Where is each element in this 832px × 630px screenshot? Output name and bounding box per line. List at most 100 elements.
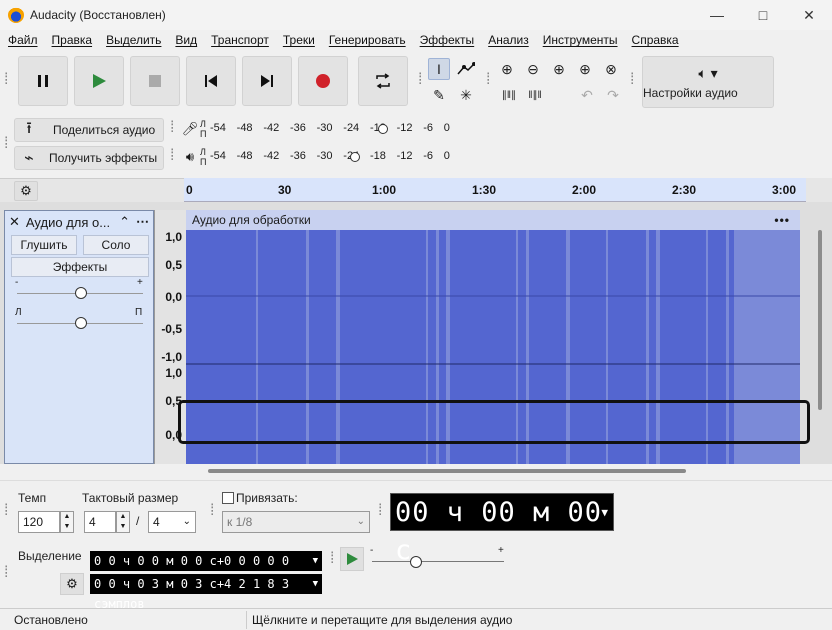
clip-header[interactable]: Аудио для обработки ••• bbox=[186, 210, 800, 230]
toolbar-grip[interactable] bbox=[378, 503, 384, 519]
tempo-stepper[interactable]: ▲ ▼ bbox=[60, 511, 74, 533]
maximize-button[interactable]: □ bbox=[740, 0, 786, 30]
skip-start-icon bbox=[205, 75, 217, 87]
skip-to-end-button[interactable] bbox=[242, 56, 292, 106]
playback-speed-knob[interactable] bbox=[410, 556, 422, 568]
toolbar-grip[interactable] bbox=[418, 72, 424, 88]
fit-selection-button[interactable]: ⊕ bbox=[548, 58, 570, 80]
toolbar-grip[interactable] bbox=[4, 72, 10, 88]
toolbar-grip[interactable] bbox=[4, 136, 10, 152]
selection-tool[interactable]: I bbox=[428, 58, 450, 80]
selection-end-display[interactable]: 0 0 ч 0 3 м 0 3 с+4 2 1 8 3 сэмплов ▼ bbox=[90, 574, 322, 611]
record-volume-knob[interactable] bbox=[378, 124, 388, 134]
time-display[interactable]: 00 ч 00 м 00 с ▼ bbox=[390, 493, 614, 566]
toolbar-grip[interactable] bbox=[210, 503, 216, 519]
collapse-track-icon[interactable]: ⌃ bbox=[119, 214, 130, 230]
menu-effects[interactable]: Эффекты bbox=[420, 33, 475, 47]
toolbar-grip[interactable] bbox=[170, 120, 176, 136]
audio-settings-button[interactable]: 🔈︎ ▾ Настройки аудио bbox=[642, 56, 774, 108]
playback-volume-knob[interactable] bbox=[350, 152, 360, 162]
chevron-down-icon: ▼ bbox=[312, 556, 318, 566]
undo-button[interactable]: ↶ bbox=[576, 84, 598, 106]
draw-tool[interactable]: ✎ bbox=[428, 84, 450, 106]
menu-select[interactable]: Выделить bbox=[106, 33, 161, 47]
multi-tool[interactable]: ✳ bbox=[455, 84, 477, 106]
menu-bar: Файл Правка Выделить Вид Транспорт Треки… bbox=[0, 30, 832, 50]
skip-to-start-button[interactable] bbox=[186, 56, 236, 106]
horizontal-scrollbar[interactable] bbox=[208, 469, 686, 473]
pause-button[interactable] bbox=[18, 56, 68, 106]
fit-project-button[interactable]: ⊕ bbox=[574, 58, 596, 80]
playback-speed-slider[interactable] bbox=[372, 561, 504, 562]
menu-tools[interactable]: Инструменты bbox=[543, 33, 618, 47]
menu-transport[interactable]: Транспорт bbox=[211, 33, 269, 47]
minimize-button[interactable]: — bbox=[694, 0, 740, 30]
vertical-scrollbar[interactable] bbox=[818, 230, 822, 410]
share-audio-button[interactable]: ⭱ Поделиться аудио bbox=[14, 118, 164, 142]
redo-button[interactable]: ↷ bbox=[602, 84, 624, 106]
stop-button[interactable] bbox=[130, 56, 180, 106]
timeline-settings-button[interactable]: ⚙ bbox=[14, 181, 38, 201]
menu-help[interactable]: Справка bbox=[632, 33, 679, 47]
channel-left-label: Л bbox=[200, 119, 206, 129]
channel-left-label: Л bbox=[200, 147, 206, 157]
zoom-out-button[interactable]: ⊖ bbox=[522, 58, 544, 80]
mute-button[interactable]: Глушить bbox=[11, 235, 77, 255]
clip-menu-icon[interactable]: ••• bbox=[774, 210, 790, 230]
timeline-ruler[interactable]: 0 30 1:00 1:30 2:00 2:30 3:00 bbox=[184, 178, 806, 202]
track-menu-icon[interactable]: ⋯ bbox=[136, 214, 149, 230]
menu-file[interactable]: Файл bbox=[8, 33, 38, 47]
stop-icon bbox=[149, 75, 161, 87]
tempo-input[interactable]: 120 bbox=[18, 511, 60, 533]
zoom-toggle-icon: ⊗ bbox=[605, 60, 617, 77]
silence-audio-button[interactable]: ‖∥‖ bbox=[522, 84, 548, 106]
toolbar-grip[interactable] bbox=[330, 551, 336, 567]
close-window-button[interactable]: ✕ bbox=[786, 0, 832, 30]
snap-checkbox[interactable] bbox=[222, 492, 234, 504]
toolbar-grip[interactable] bbox=[4, 565, 10, 581]
close-track-icon[interactable]: ✕ bbox=[9, 214, 20, 230]
snap-select[interactable]: к 1/8 ⌄ bbox=[222, 511, 370, 533]
time-sig-denominator-select[interactable]: 4 ⌄ bbox=[148, 511, 196, 533]
share-icon: ⭱ bbox=[26, 119, 32, 137]
record-button[interactable] bbox=[298, 56, 348, 106]
selection-start-display[interactable]: 0 0 ч 0 0 м 0 0 с+0 0 0 0 0 сэмплов ▼ bbox=[90, 551, 322, 588]
solo-button[interactable]: Соло bbox=[83, 235, 149, 255]
ruler-tick-label: 0 bbox=[186, 183, 193, 197]
effects-button[interactable]: Эффекты bbox=[11, 257, 149, 277]
toolbar-grip[interactable] bbox=[4, 503, 10, 519]
zoom-in-button[interactable]: ⊕ bbox=[496, 58, 518, 80]
snap-checkbox-row[interactable]: Привязать: bbox=[222, 491, 298, 505]
pan-slider-knob[interactable] bbox=[75, 317, 87, 329]
toolbar-grip[interactable] bbox=[630, 72, 636, 88]
track-control-panel[interactable]: ✕ Аудио для о... ⌃ ⋯ Глушить Соло Эффект… bbox=[4, 210, 154, 464]
meter-tick: -6 bbox=[423, 150, 434, 162]
track-name[interactable]: Аудио для о... bbox=[26, 215, 119, 230]
zoom-toggle-button[interactable]: ⊗ bbox=[600, 58, 622, 80]
record-meter[interactable]: 🎤︎ ЛП -54 -48 -42 -36 -30 -24 -18 -12 -6… bbox=[180, 118, 450, 140]
get-effects-button[interactable]: ⌁ Получить эффекты bbox=[14, 146, 164, 170]
meter-tick: -42 bbox=[263, 150, 280, 162]
playback-meter[interactable]: 🔊︎ ЛП -54 -48 -42 -36 -30 -24 -18 -12 -6… bbox=[180, 146, 450, 168]
meter-tick: -30 bbox=[316, 122, 333, 134]
menu-analyze[interactable]: Анализ bbox=[488, 33, 529, 47]
envelope-tool[interactable] bbox=[455, 58, 477, 80]
pan-right-label: П bbox=[135, 307, 143, 318]
menu-tracks[interactable]: Треки bbox=[283, 33, 315, 47]
menu-generate[interactable]: Генерировать bbox=[329, 33, 406, 47]
time-sig-numerator-input[interactable]: 4 bbox=[84, 511, 116, 533]
play-at-speed-button[interactable] bbox=[340, 547, 364, 571]
meter-tick: 0 bbox=[443, 122, 450, 134]
play-button[interactable] bbox=[74, 56, 124, 106]
loop-button[interactable] bbox=[358, 56, 408, 106]
selection-settings-button[interactable]: ⚙ bbox=[60, 573, 84, 595]
trim-audio-button[interactable]: ∥‖∥ bbox=[496, 84, 522, 106]
toolbar-grip[interactable] bbox=[170, 148, 176, 164]
menu-edit[interactable]: Правка bbox=[52, 33, 93, 47]
gain-slider-knob[interactable] bbox=[75, 287, 87, 299]
menu-view[interactable]: Вид bbox=[175, 33, 197, 47]
time-sig-stepper[interactable]: ▲ ▼ bbox=[116, 511, 130, 533]
silence-icon: ‖∥‖ bbox=[528, 89, 542, 101]
meter-tick: 0 bbox=[443, 150, 450, 162]
toolbar-grip[interactable] bbox=[486, 72, 492, 88]
